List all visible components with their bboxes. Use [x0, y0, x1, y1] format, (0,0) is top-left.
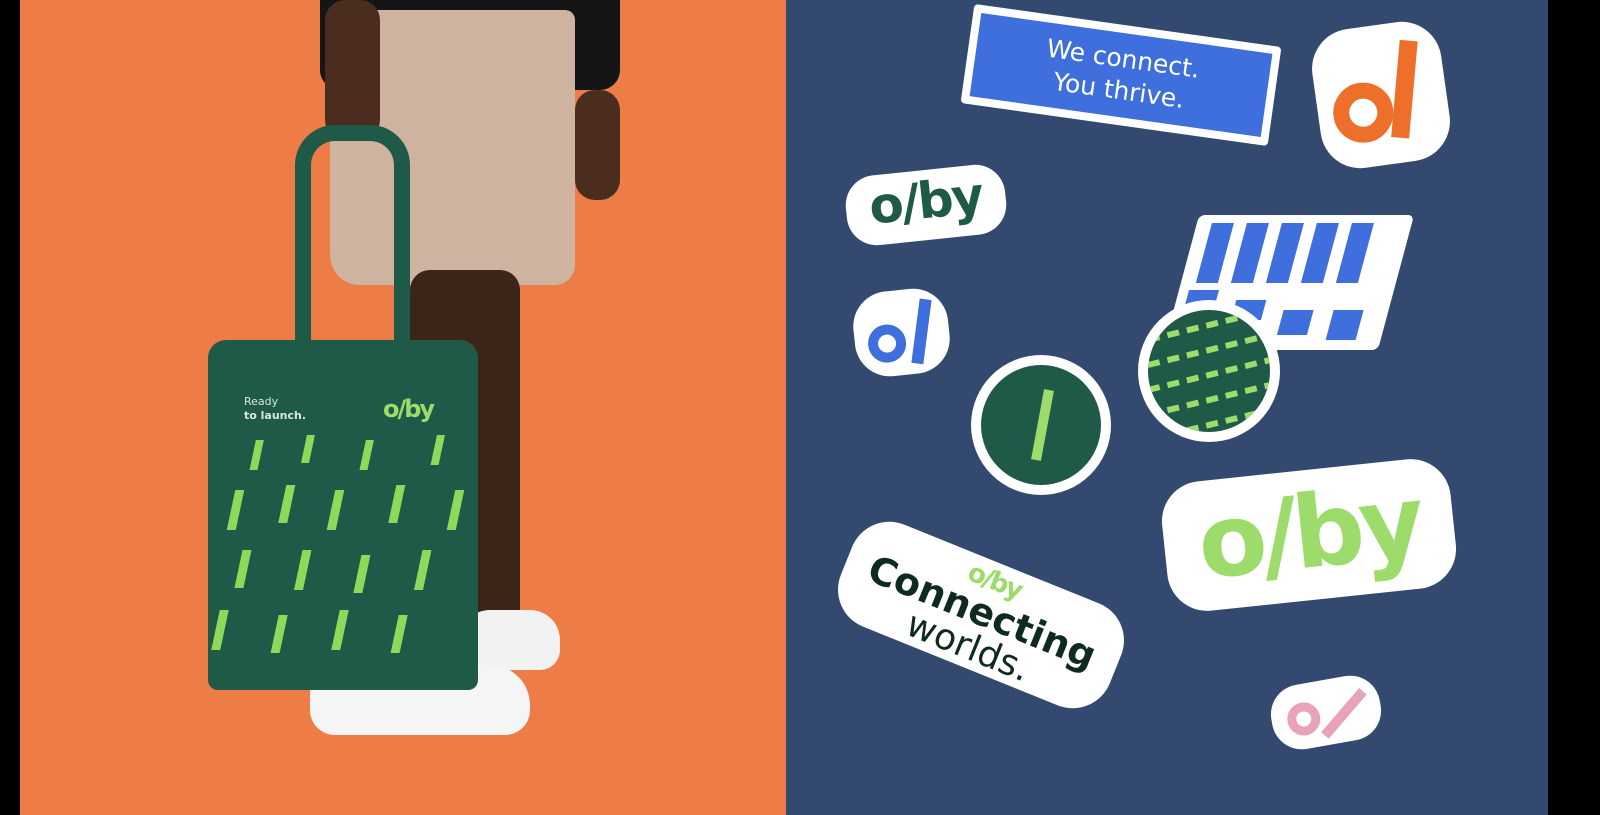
bag-tagline-line2: to launch.: [244, 409, 307, 422]
lime-logo-sticker: o/by: [1158, 455, 1460, 615]
tote-bag: Ready to launch. o/by: [208, 340, 478, 690]
logo-large: o/by: [1192, 462, 1426, 603]
orange-monogram-sticker: [1306, 16, 1456, 174]
orange-background-panel: Ready to launch. o/by: [20, 0, 786, 815]
monogram-orange-icon: [1333, 39, 1418, 143]
bag-tagline: Ready to launch.: [244, 395, 306, 423]
connecting-worlds-sticker: o/by Connecting worlds.: [825, 509, 1137, 721]
bag-tagline-line1: Ready: [244, 395, 279, 408]
navy-background-panel: We connect. You thrive. o/by o/by o/by C…: [786, 0, 1548, 815]
globe-sticker: [1138, 300, 1280, 442]
arm: [325, 0, 380, 140]
monogram-pink-icon: [1287, 688, 1367, 739]
green-slash-circle-sticker: [971, 355, 1111, 495]
slash-circle-icon: [981, 365, 1101, 485]
striped-globe-icon: [1148, 310, 1270, 432]
bag-logo: o/by: [383, 395, 435, 423]
monogram-blue-icon: [868, 298, 932, 365]
logo-small: o/by: [866, 166, 985, 236]
pink-monogram-sticker: [1266, 670, 1386, 755]
blue-monogram-sticker: [849, 285, 954, 380]
arm-right: [575, 90, 620, 200]
green-logo-sticker: o/by: [842, 161, 1010, 249]
bag-dash-pattern: [211, 435, 465, 653]
slogan-sticker: We connect. You thrive.: [960, 3, 1282, 147]
bag-handle: [295, 125, 410, 365]
